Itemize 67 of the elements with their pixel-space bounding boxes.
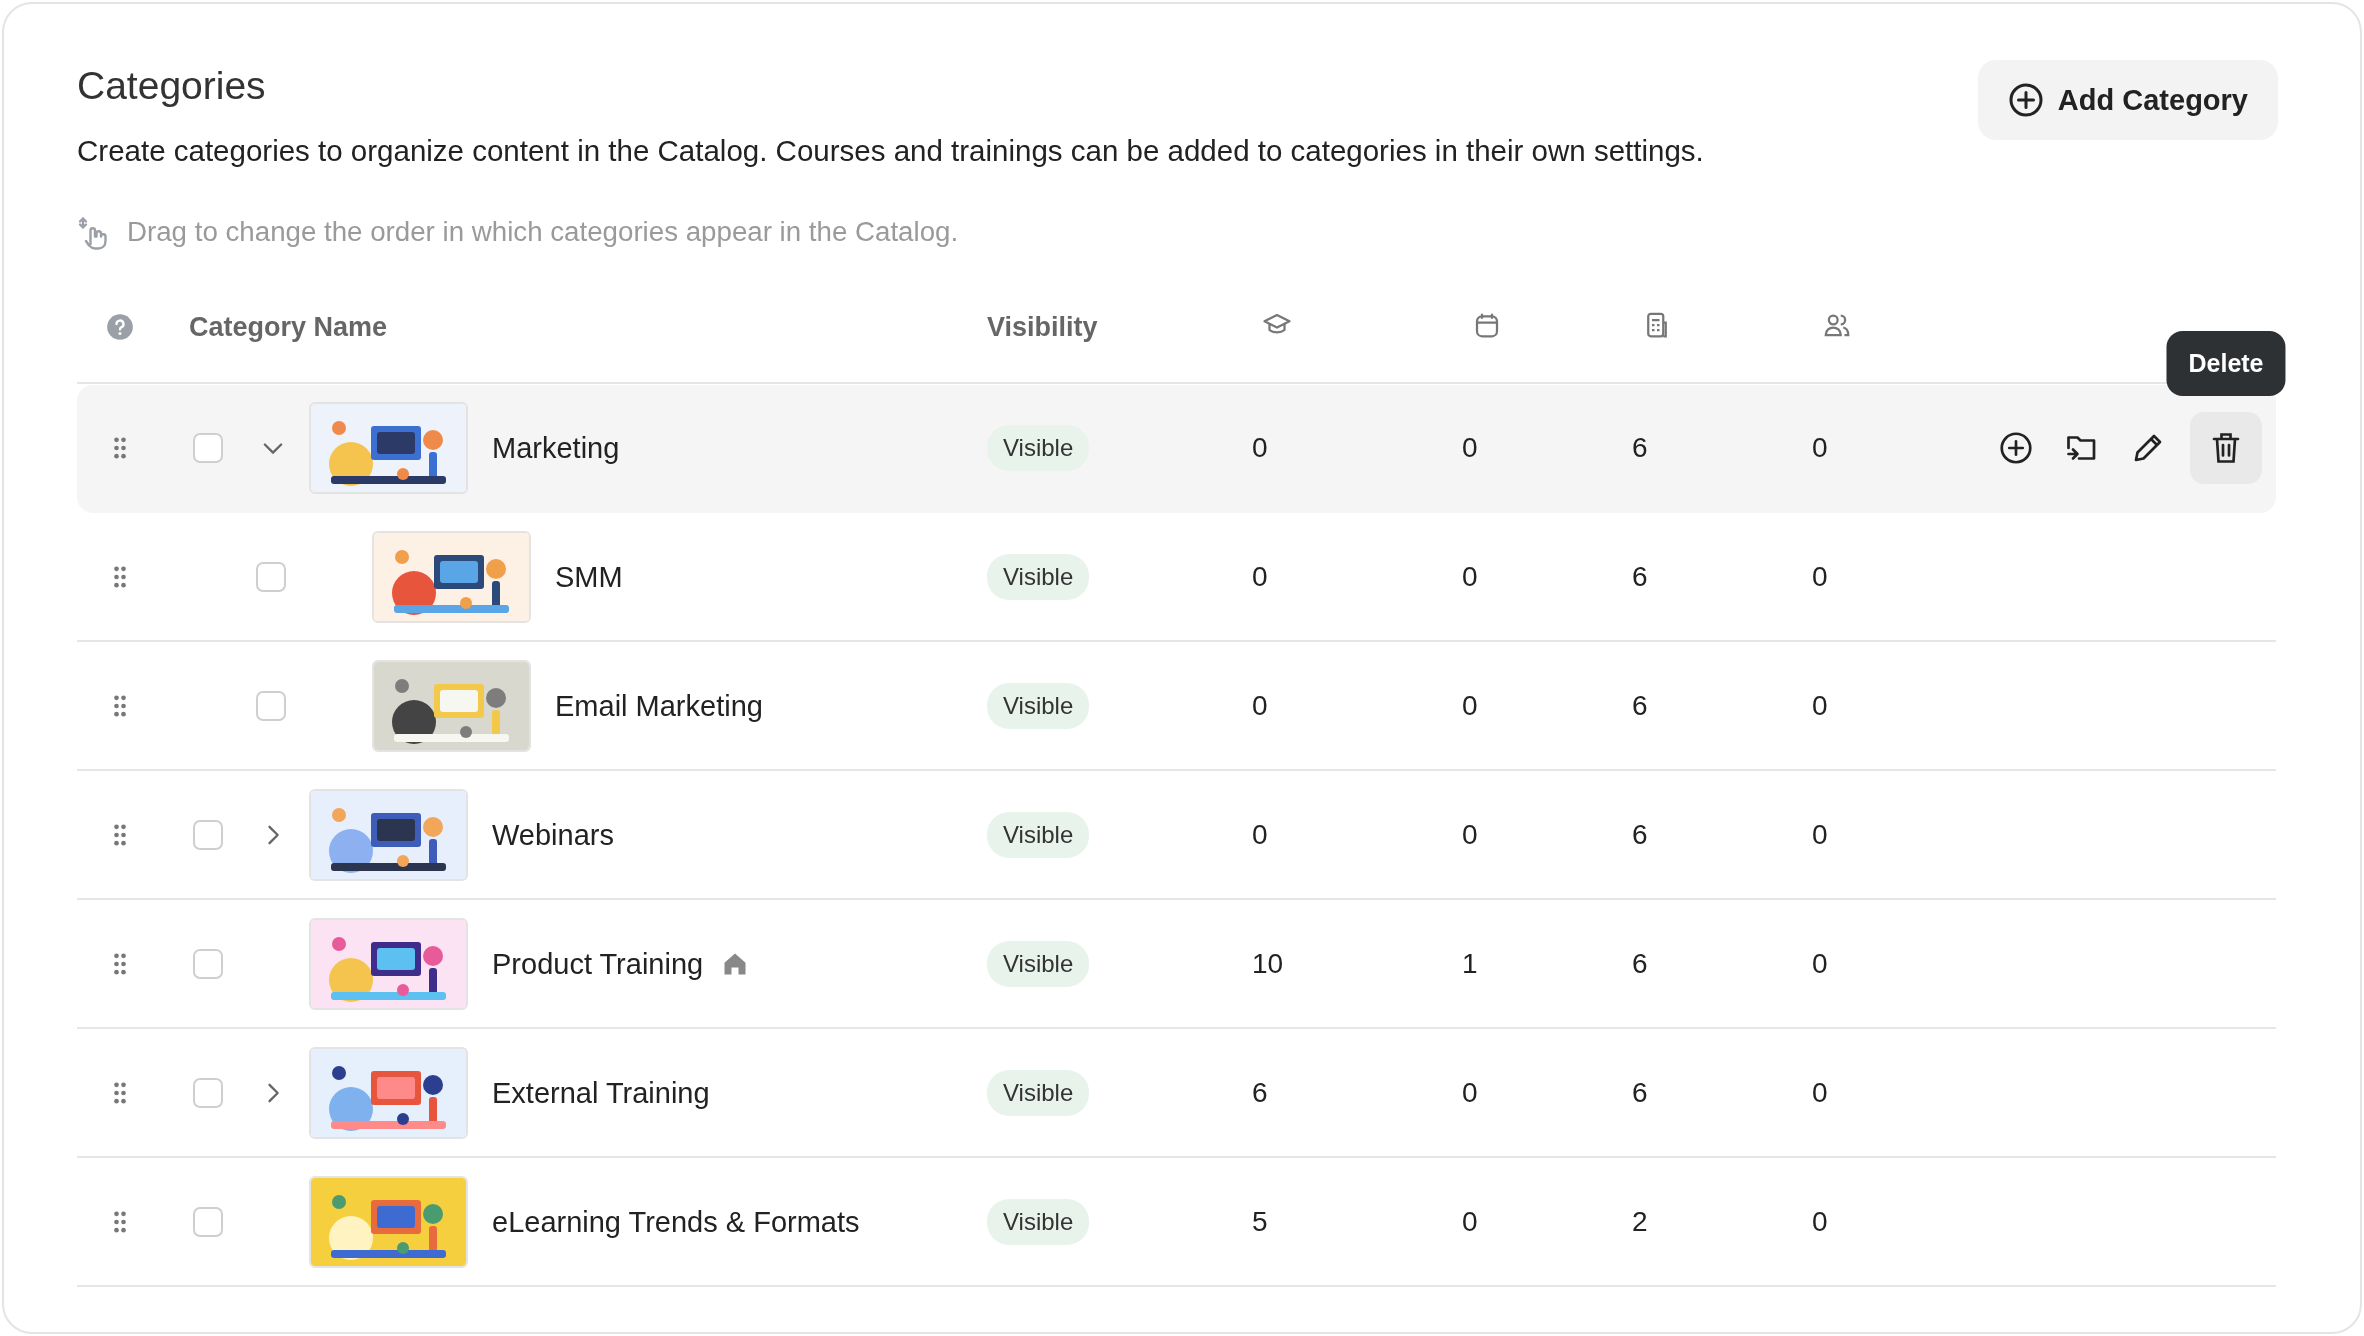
count-cell: 0 <box>1812 1206 1828 1237</box>
tooltip: Delete <box>2166 331 2286 396</box>
visibility-badge: Visible <box>987 683 1090 729</box>
count-cell: 0 <box>1462 561 1478 592</box>
count-cell: 0 <box>1812 948 1828 979</box>
drag-handle-icon[interactable] <box>113 565 127 589</box>
visibility-badge: Visible <box>987 1199 1090 1245</box>
count-cell: 6 <box>1632 1077 1648 1108</box>
plus-circle-icon <box>2007 82 2044 118</box>
column-header: Visibility <box>987 311 1098 342</box>
count-cell: 6 <box>1632 561 1648 592</box>
row-checkbox[interactable] <box>193 949 223 979</box>
help-icon[interactable] <box>106 313 134 341</box>
visibility-badge: Visible <box>987 554 1090 600</box>
row-checkbox[interactable] <box>193 820 223 850</box>
count-cell: 0 <box>1252 432 1268 463</box>
drag-handle-icon[interactable] <box>113 694 127 718</box>
drag-handle-icon[interactable] <box>113 1210 127 1234</box>
count-cell: 0 <box>1812 561 1828 592</box>
count-cell: 6 <box>1632 819 1648 850</box>
row-checkbox[interactable] <box>193 433 223 463</box>
row-checkbox[interactable] <box>193 1078 223 1108</box>
count-cell: 5 <box>1252 1206 1268 1237</box>
drag-handle-icon[interactable] <box>113 436 127 460</box>
count-cell: 6 <box>1632 948 1648 979</box>
drag-handle-icon[interactable] <box>113 823 127 847</box>
visibility-badge: Visible <box>987 425 1090 471</box>
drag-handle-icon[interactable] <box>113 1081 127 1105</box>
count-cell: 6 <box>1252 1077 1268 1108</box>
count-cell: 0 <box>1252 690 1268 721</box>
category-name: eLearning Trends & Formats <box>492 1205 860 1239</box>
category-name: Email Marketing <box>555 689 763 723</box>
plus-circle-icon <box>1998 430 2034 466</box>
visibility-badge: Visible <box>987 1070 1090 1116</box>
row-checkbox[interactable] <box>256 691 286 721</box>
category-name: External Training <box>492 1076 710 1110</box>
count-cell: 0 <box>1812 432 1828 463</box>
drag-hint: Drag to change the order in which categories appear in the Catalog. <box>127 216 959 248</box>
category-name: Marketing <box>492 431 620 465</box>
count-cell: 6 <box>1632 690 1648 721</box>
page-description: Create categories to organize content in the Catalog. Courses and trainings can be added to categories in their own settings. <box>77 134 1704 168</box>
count-cell: 0 <box>1812 690 1828 721</box>
row-checkbox[interactable] <box>193 1207 223 1237</box>
category-name: Webinars <box>492 818 614 852</box>
add-category-button[interactable]: Add Category <box>1977 60 2278 140</box>
category-name: SMM <box>555 560 623 594</box>
count-cell: 10 <box>1252 948 1284 979</box>
visibility-badge: Visible <box>987 812 1090 858</box>
column-header: Category Name <box>189 311 388 343</box>
count-cell: 0 <box>1462 432 1478 463</box>
count-cell: 0 <box>1252 561 1268 592</box>
count-cell: 0 <box>1462 690 1478 721</box>
row-checkbox[interactable] <box>256 562 286 592</box>
count-cell: 0 <box>1462 1206 1478 1237</box>
count-cell: 1 <box>1462 948 1478 979</box>
count-cell: 0 <box>1462 1077 1478 1108</box>
drag-handle-icon[interactable] <box>113 952 127 976</box>
visibility-badge: Visible <box>987 941 1090 987</box>
count-cell: 0 <box>1812 1077 1828 1108</box>
count-cell: 0 <box>1252 819 1268 850</box>
category-name: Product Training <box>492 947 704 981</box>
count-cell: 2 <box>1632 1206 1648 1237</box>
count-cell: 6 <box>1632 432 1648 463</box>
page-title: Categories <box>77 64 267 108</box>
count-cell: 0 <box>1812 819 1828 850</box>
delete-button[interactable] <box>2190 412 2262 484</box>
count-cell: 0 <box>1462 819 1478 850</box>
